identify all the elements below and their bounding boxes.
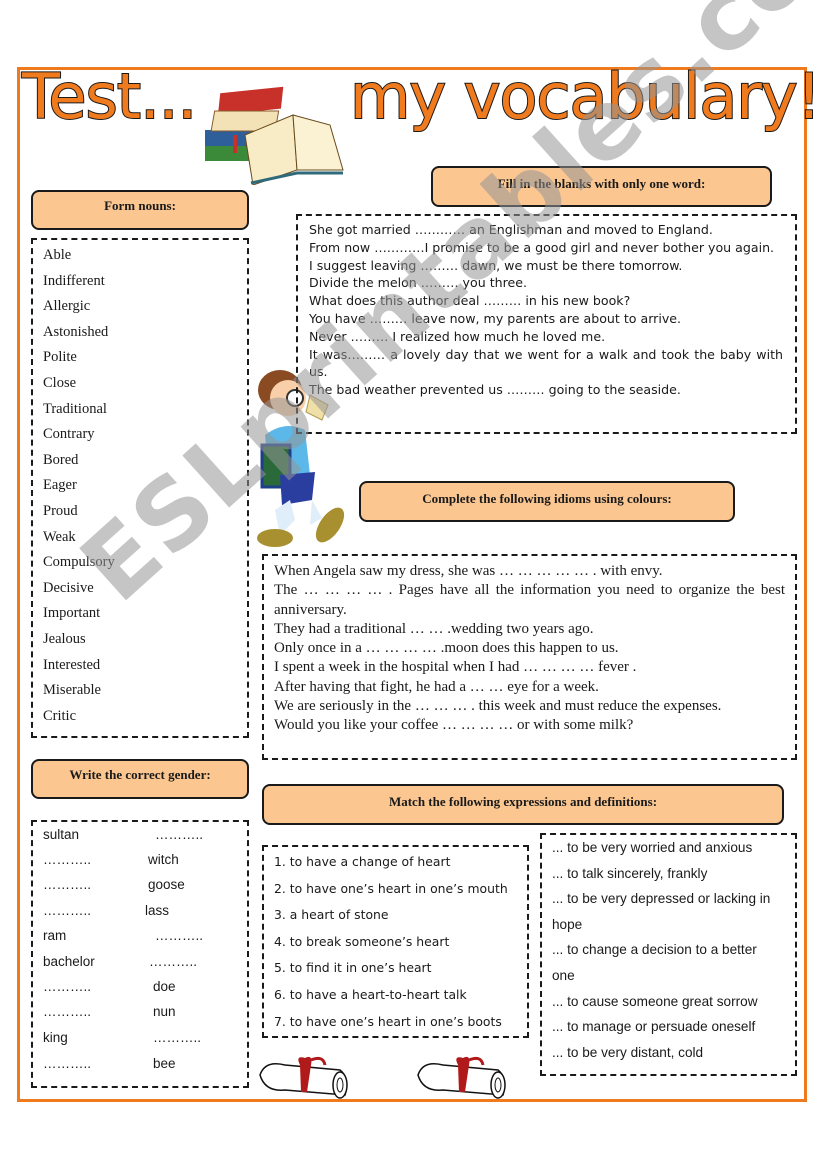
list-item: Bored [43,451,79,468]
gender-box: sultan……….. ……….. witch ……….. goose ……….. l… [31,820,249,1088]
expression-item: 1. to have a change of heart [274,854,451,869]
diploma-scroll-icon [417,1056,506,1099]
fill-blanks-box: She got married ………… an Englishman and m… [296,214,797,434]
idioms-box: When Angela saw my dress, she was … … … … [262,554,797,760]
sentence: She got married ………… an Englishman and m… [309,222,713,237]
sentence: What does this author deal ……… in his ne… [309,293,631,309]
list-item: Miserable [43,682,101,699]
list-item: Interested [43,656,101,673]
gender-row: ……….. goose [43,877,185,892]
expression-item: 5. to find it in one’s heart [274,960,432,976]
list-item: Jealous [43,630,86,647]
sentence: From now …………I promise to be a good girl… [309,239,775,255]
list-item: Close [43,374,77,391]
expression-item: 4. to break someone’s heart [274,933,450,949]
sentence: It was……… a lovely day that we went for … [309,346,783,380]
list-item: Contrary [43,426,95,443]
list-item: Allergic [43,298,91,315]
match-heading: Match the following expressions and defi… [262,784,784,825]
list-item: Traditional [43,400,107,417]
list-item: Proud [43,502,78,519]
sentence: The … … … … . Pages have all the informa… [274,582,785,618]
gender-row: ……….. witch [43,852,179,867]
books-icon [205,86,344,185]
title-my-vocabulary: my vocabulary! [349,60,821,133]
idioms-heading: Complete the following idioms using colo… [359,481,735,522]
fill-blanks-heading: Fill in the blanks with only one word: [431,166,772,207]
definition-item: ... to manage or persuade oneself [552,1019,756,1035]
sentence: Would you like your coffee … … … … or wi… [274,717,634,734]
sentence: After having that fight, he had a … … ey… [274,678,599,695]
sentence: They had a traditional … … .wedding two … [274,620,594,637]
expression-item: 7. to have one’s heart in one’s boots [274,1013,502,1029]
sentence: I spent a week in the hospital when I ha… [274,659,637,676]
list-item: Weak [43,528,76,545]
sentence: Only once in a … … … … .moon does this h… [274,640,619,657]
list-item: Astonished [43,323,109,340]
list-item: Critic [43,707,77,724]
list-item: Polite [43,349,77,366]
definitions-box: ... to be very worried and anxious ... t… [540,833,797,1076]
sentence: You have ……… leave now, my parents are a… [309,310,682,326]
sentence: Divide the melon ……… you three. [309,275,528,291]
gender-row: ……….. bee [43,1056,176,1071]
expression-item: 3. a heart of stone [274,907,389,923]
list-item: Important [43,605,101,622]
list-item: Eager [43,477,77,494]
list-item: Able [43,247,72,263]
gender-row: sultan……….. [43,827,204,842]
diploma-scroll-icon [259,1056,348,1099]
gender-row: ……….. doe [43,979,176,994]
expression-item: 2. to have one’s heart in one’s mouth [274,880,508,896]
definition-item: ... to talk sincerely, frankly [552,865,708,881]
gender-row: ……….. nun [43,1004,176,1019]
gender-row: ……….. lass [43,903,170,918]
list-item: Decisive [43,579,94,596]
sentence: I suggest leaving ……… dawn, we must be t… [309,257,683,273]
gender-row: king……….. [43,1030,202,1045]
sentence: We are seriously in the … … … . this wee… [274,698,722,715]
form-nouns-heading: Form nouns: [31,190,249,230]
gender-row: ram……….. [43,928,204,943]
definition-item: ... to be very distant, cold [552,1044,704,1060]
title-test: Test... [21,60,198,133]
list-item: Indifferent [43,272,105,289]
list-item: Compulsory [43,554,115,571]
definition-item: ... to be very depressed or lacking in h… [552,891,771,932]
expression-item: 6. to have a heart-to-heart talk [274,986,467,1002]
definition-item: ... to be very worried and anxious [552,840,753,855]
sentence: The bad weather prevented us ……… going t… [309,382,681,398]
gender-row: bachelor……….. [43,954,198,969]
definition-item: ... to change a decision to a better one [552,942,757,983]
gender-heading: Write the correct gender: [31,759,249,799]
form-nouns-list: Able Indifferent Allergic Astonished Pol… [31,238,249,738]
sentence: Never ……… I realized how much he loved m… [309,328,606,344]
expressions-box: 1. to have a change of heart 2. to have … [262,845,529,1038]
definition-item: ... to cause someone great sorrow [552,993,758,1009]
sentence: When Angela saw my dress, she was … … … … [274,563,663,579]
